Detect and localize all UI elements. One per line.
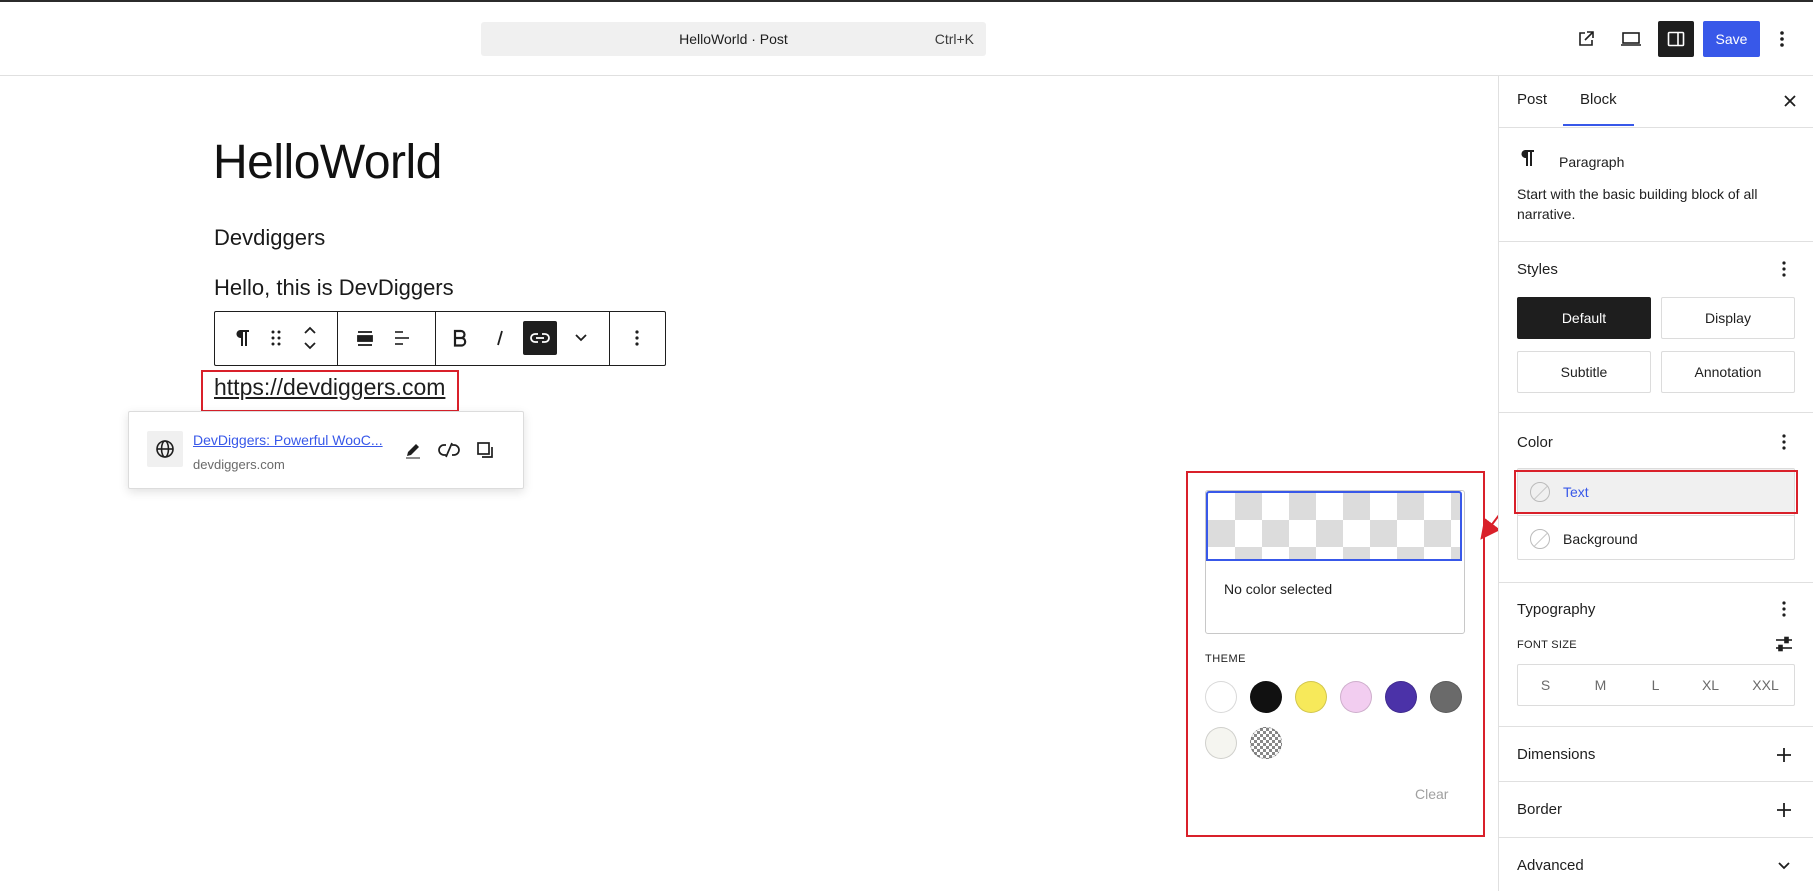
block-card: Paragraph Start with the basic building … [1499, 128, 1813, 242]
color-preview[interactable]: No color selected [1205, 490, 1465, 634]
copy-icon[interactable] [471, 436, 499, 464]
color-indicator-icon [1530, 528, 1550, 549]
desktop-preview-icon[interactable] [1613, 21, 1649, 57]
block-toolbar [214, 311, 666, 366]
paragraph-block[interactable]: Hello, this is DevDiggers [214, 275, 454, 301]
color-preview-swatch [1206, 491, 1462, 561]
panel-divider [1499, 726, 1813, 727]
chevron-down-icon[interactable] [564, 321, 598, 355]
toolbar-separator [435, 312, 436, 365]
link-preview-popover: DevDiggers: Powerful WooC... devdiggers.… [128, 411, 524, 489]
theme-swatch[interactable] [1430, 681, 1462, 713]
settings-sidebar-icon[interactable] [1658, 21, 1694, 57]
panel-divider [1499, 412, 1813, 413]
panel-divider [1499, 837, 1813, 838]
font-size-s[interactable]: S [1518, 665, 1573, 705]
font-size-selector: S M L XL XXL [1517, 664, 1795, 706]
style-default-button[interactable]: Default [1517, 297, 1651, 339]
color-more-icon[interactable] [1772, 430, 1796, 454]
style-annotation-button[interactable]: Annotation [1661, 351, 1795, 393]
command-shortcut: Ctrl+K [934, 31, 974, 47]
align-wide-icon[interactable] [348, 321, 382, 355]
link-preview-title[interactable]: DevDiggers: Powerful WooC... [193, 432, 383, 448]
font-size-l[interactable]: L [1628, 665, 1683, 705]
theme-swatch[interactable] [1205, 681, 1237, 713]
color-background-label: Background [1563, 530, 1638, 547]
edit-pencil-icon[interactable] [399, 436, 427, 464]
theme-swatch[interactable] [1250, 681, 1282, 713]
paragraph-icon[interactable] [225, 321, 259, 355]
panel-divider [1499, 582, 1813, 583]
set-custom-size-icon[interactable] [1774, 634, 1794, 654]
paragraph-block[interactable]: Devdiggers [214, 225, 325, 251]
clear-button[interactable]: Clear [1415, 786, 1448, 802]
color-background-item[interactable]: Background [1518, 515, 1794, 561]
typography-panel-title[interactable]: Typography [1517, 601, 1595, 618]
tab-post[interactable]: Post [1517, 76, 1547, 124]
highlight-box-text [1514, 470, 1798, 514]
theme-swatch[interactable] [1385, 681, 1417, 713]
more-vertical-icon[interactable] [1770, 21, 1794, 57]
style-display-button[interactable]: Display [1661, 297, 1795, 339]
link-preview-url: devdiggers.com [193, 457, 285, 472]
toolbar-separator [609, 312, 610, 365]
drag-handle-icon[interactable] [259, 321, 293, 355]
style-subtitle-button[interactable]: Subtitle [1517, 351, 1651, 393]
align-left-icon[interactable] [385, 321, 419, 355]
unlink-icon[interactable] [435, 436, 463, 464]
save-button[interactable]: Save [1703, 21, 1760, 57]
font-size-label: FONT SIZE [1517, 639, 1577, 651]
typography-more-icon[interactable] [1772, 597, 1796, 621]
link-icon[interactable] [523, 321, 557, 355]
more-options-icon[interactable] [620, 321, 654, 355]
post-title[interactable]: HelloWorld [213, 135, 442, 190]
toolbar-separator [337, 312, 338, 365]
external-link-icon[interactable] [1568, 21, 1604, 57]
close-icon[interactable] [1777, 88, 1803, 114]
block-name: Paragraph [1559, 154, 1625, 170]
paragraph-icon [1519, 148, 1535, 174]
theme-swatch[interactable] [1205, 727, 1237, 759]
theme-swatch[interactable] [1250, 727, 1282, 759]
globe-icon [147, 431, 183, 467]
font-size-m[interactable]: M [1573, 665, 1628, 705]
font-size-xl[interactable]: XL [1683, 665, 1738, 705]
advanced-panel-title[interactable]: Advanced [1517, 857, 1584, 874]
highlight-box-link [201, 370, 459, 412]
advanced-chevron-down-icon[interactable] [1772, 854, 1796, 878]
color-picker-popover: No color selected THEME Clear [1186, 471, 1485, 837]
color-status: No color selected [1224, 581, 1333, 597]
block-description: Start with the basic building block of a… [1517, 186, 1758, 222]
font-size-xxl[interactable]: XXL [1738, 665, 1793, 705]
theme-swatch[interactable] [1295, 681, 1327, 713]
command-palette-bar[interactable]: HelloWorld · Post Ctrl+K [481, 22, 986, 56]
styles-more-icon[interactable] [1772, 257, 1796, 281]
border-plus-icon[interactable] [1772, 798, 1796, 822]
settings-sidebar: Post Block Paragraph Start with the basi… [1498, 76, 1813, 891]
dimensions-plus-icon[interactable] [1772, 743, 1796, 767]
theme-swatch[interactable] [1340, 681, 1372, 713]
sidebar-tabs: Post Block [1499, 76, 1813, 128]
styles-panel-title[interactable]: Styles [1517, 261, 1558, 278]
panel-divider [1499, 781, 1813, 782]
theme-label: THEME [1205, 653, 1246, 665]
editor-header: HelloWorld · Post Ctrl+K Save [0, 2, 1813, 76]
tab-block[interactable]: Block [1563, 76, 1634, 126]
color-panel-title[interactable]: Color [1517, 434, 1553, 451]
dimensions-panel-title[interactable]: Dimensions [1517, 746, 1595, 763]
move-up-down-icon[interactable] [293, 321, 327, 355]
italic-icon[interactable] [483, 321, 517, 355]
border-panel-title[interactable]: Border [1517, 801, 1562, 818]
bold-icon[interactable] [443, 321, 477, 355]
document-title: HelloWorld · Post [679, 31, 788, 47]
